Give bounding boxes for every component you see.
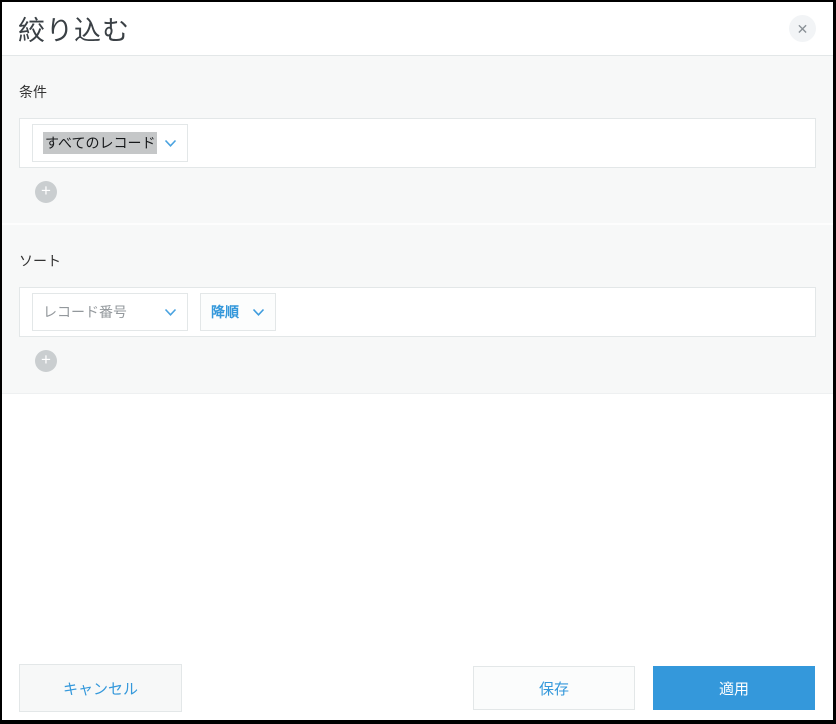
add-sort-button[interactable]: +: [35, 350, 57, 372]
chevron-down-icon: [252, 308, 265, 316]
record-scope-dropdown[interactable]: すべてのレコード: [32, 124, 188, 162]
dialog-header: 絞り込む ✕: [2, 2, 833, 56]
footer-right-group: 保存 適用: [473, 666, 815, 710]
sort-order-dropdown-value: 降順: [211, 304, 239, 320]
condition-section-label: 条件: [19, 84, 47, 100]
save-button[interactable]: 保存: [473, 666, 635, 710]
chevron-down-icon: [164, 308, 177, 316]
dialog-title: 絞り込む: [18, 16, 130, 46]
condition-row: すべてのレコード: [19, 118, 816, 168]
record-scope-dropdown-value: すべてのレコード: [43, 132, 158, 154]
dialog-footer: キャンセル 保存 適用: [19, 664, 815, 712]
close-button[interactable]: ✕: [789, 15, 816, 42]
filter-dialog: 絞り込む ✕ 条件 すべてのレコード + ソート レコード番号 降順 + キャン…: [0, 0, 836, 724]
plus-icon: +: [41, 350, 51, 369]
sort-order-dropdown[interactable]: 降順: [200, 293, 276, 331]
sort-field-dropdown[interactable]: レコード番号: [32, 293, 188, 331]
chevron-down-icon: [164, 139, 177, 147]
cancel-button[interactable]: キャンセル: [19, 664, 182, 712]
apply-button[interactable]: 適用: [653, 666, 815, 710]
sort-section: ソート レコード番号 降順 +: [2, 225, 833, 394]
close-icon: ✕: [796, 20, 809, 37]
sort-field-dropdown-value: レコード番号: [43, 304, 127, 320]
sort-section-label: ソート: [19, 253, 61, 269]
plus-icon: +: [41, 181, 51, 200]
condition-section: 条件 すべてのレコード +: [2, 56, 833, 225]
add-condition-button[interactable]: +: [35, 181, 57, 203]
sort-row: レコード番号 降順: [19, 287, 816, 337]
